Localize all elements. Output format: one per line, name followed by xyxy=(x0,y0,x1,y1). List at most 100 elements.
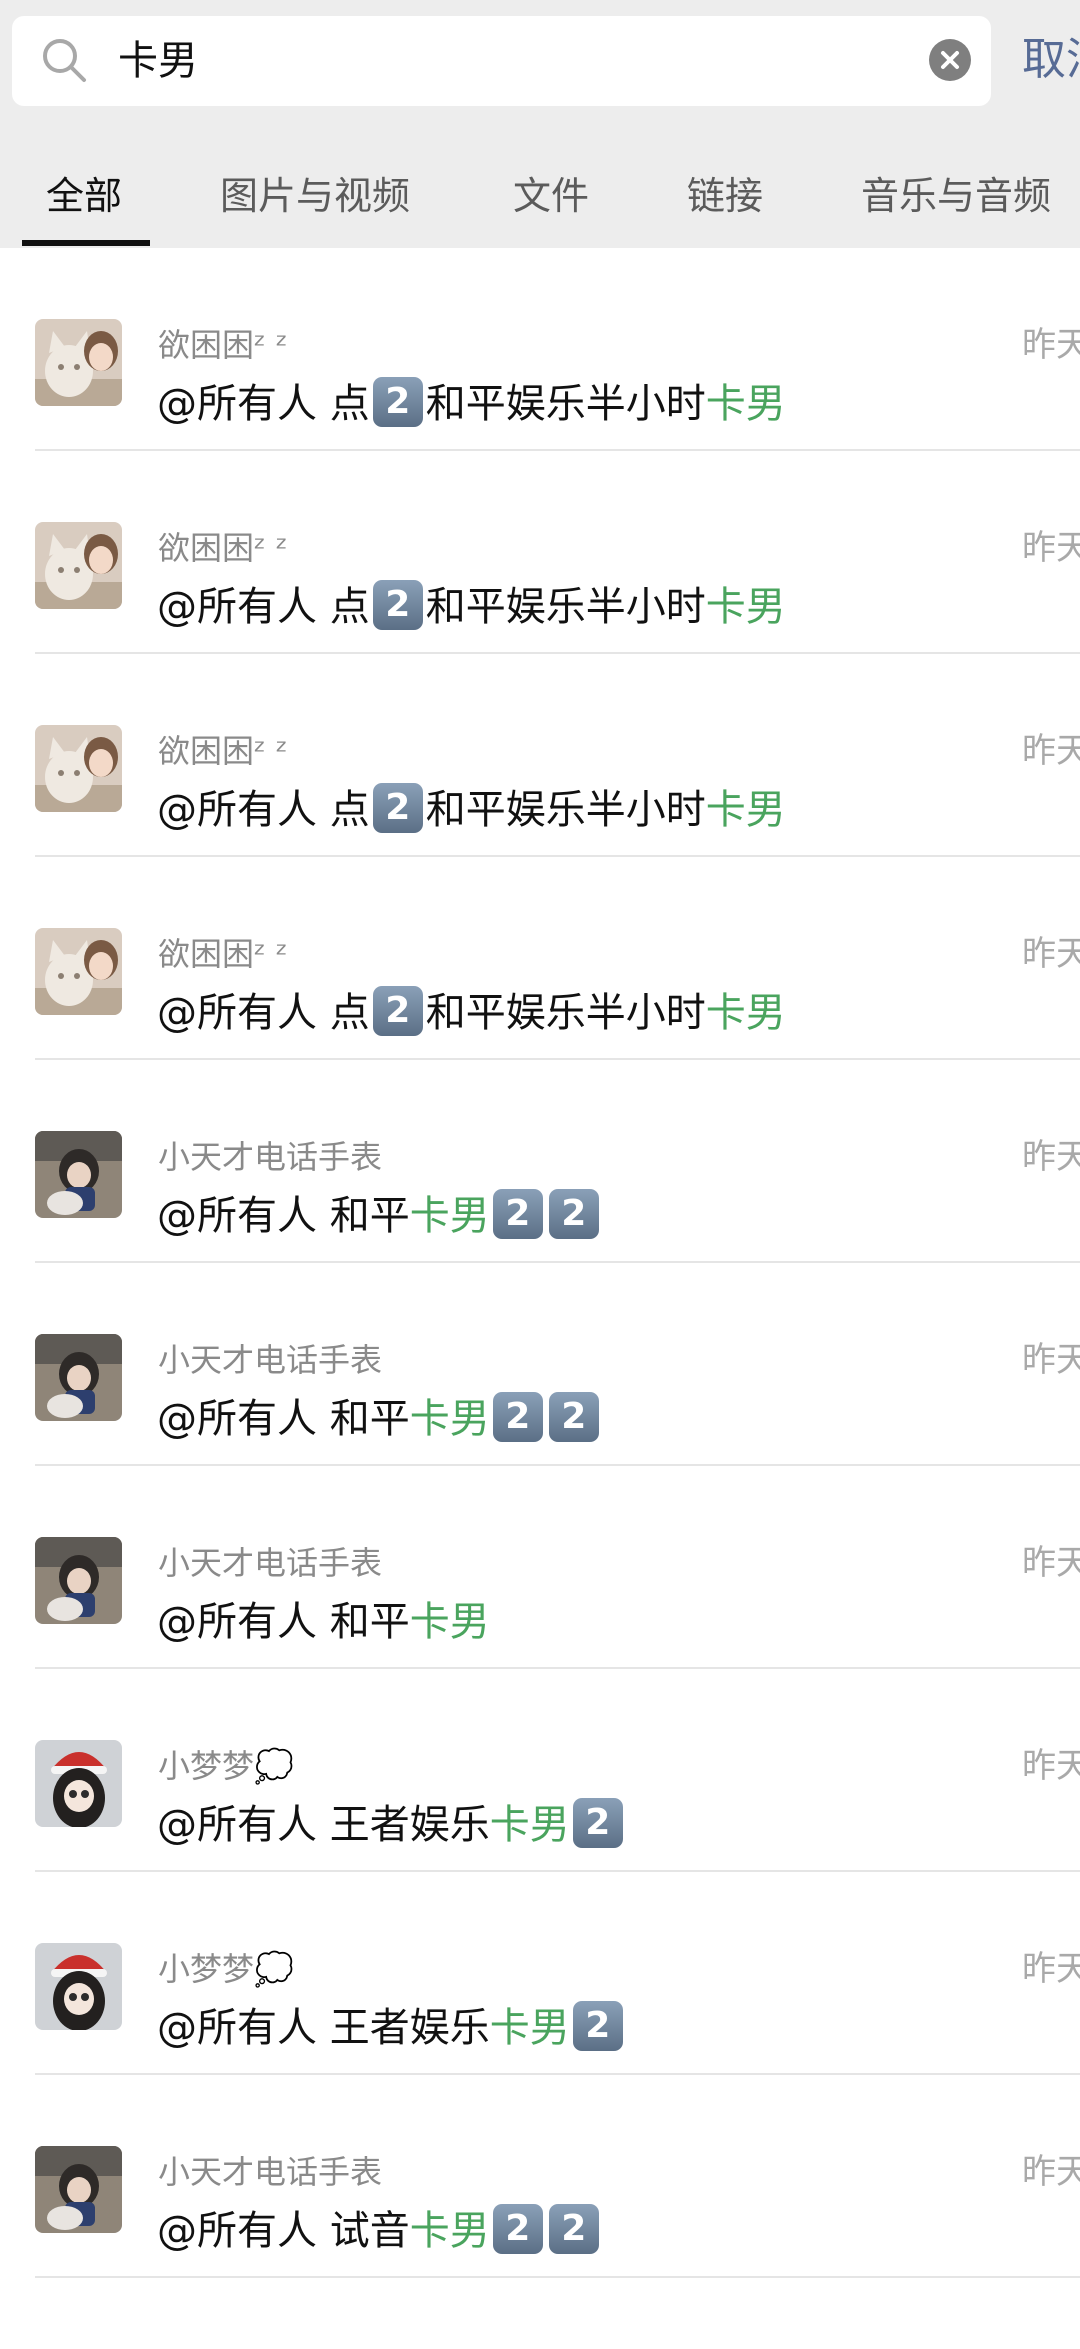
search-result-row[interactable]: 欲困困ᶻ ᶻ @所有人 点 2 和平娱乐半小时卡男 昨天 xyxy=(0,248,1080,451)
row-divider xyxy=(35,2276,1080,2278)
search-result-row[interactable]: 欲困困ᶻ ᶻ @所有人 点 2 和平娱乐半小时卡男 昨天 xyxy=(0,451,1080,654)
doll-santa-hat-avatar xyxy=(35,1943,122,2030)
message-time: 昨天 xyxy=(1022,1949,1080,1989)
keycap-digit-emoji: 2 xyxy=(372,986,423,1036)
sender-name: 小梦梦💭 xyxy=(158,1950,294,1988)
keyword-highlight: 卡男 xyxy=(409,1193,490,1239)
message-preview: @所有人 和平卡男 2 2 xyxy=(157,1186,602,1246)
message-text: @所有人 点 xyxy=(157,381,370,427)
message-text: 和平娱乐半小时 xyxy=(425,787,706,833)
message-text: @所有人 点 xyxy=(157,990,370,1036)
keycap-digit-emoji: 2 xyxy=(372,580,423,630)
keycap-digit-emoji: 2 xyxy=(372,377,423,427)
tab-files[interactable]: 文件 xyxy=(513,166,589,226)
doll-santa-hat-avatar xyxy=(35,1740,122,1827)
sender-name: 小天才电话手表 xyxy=(158,1138,383,1176)
message-text: @所有人 王者娱乐 xyxy=(157,2005,490,2051)
sender-name: 欲困困ᶻ ᶻ xyxy=(158,935,288,973)
message-time: 昨天 xyxy=(1022,325,1080,365)
keycap-digit-emoji: 2 xyxy=(548,2204,599,2254)
search-icon xyxy=(40,36,90,86)
message-time: 昨天 xyxy=(1022,934,1080,974)
keyword-highlight: 卡男 xyxy=(409,2208,490,2254)
cat-girl-avatar xyxy=(35,725,122,812)
keyword-highlight: 卡男 xyxy=(705,381,786,427)
message-text: 和平娱乐半小时 xyxy=(425,990,706,1036)
cat-girl-avatar xyxy=(35,319,122,406)
message-time: 昨天 xyxy=(1022,731,1080,771)
keyword-highlight: 卡男 xyxy=(705,990,786,1036)
message-preview: @所有人 试音卡男 2 2 xyxy=(157,2201,602,2261)
keyword-highlight: 卡男 xyxy=(489,1802,570,1848)
tab-images-videos[interactable]: 图片与视频 xyxy=(220,166,410,226)
clear-search-icon[interactable] xyxy=(929,39,971,81)
cat-girl-avatar xyxy=(35,522,122,609)
girl-sitting-avatar xyxy=(35,2146,122,2233)
keycap-digit-emoji: 2 xyxy=(492,1189,543,1239)
message-preview: @所有人 点 2 和平娱乐半小时卡男 xyxy=(157,374,786,434)
message-text: @所有人 点 xyxy=(157,584,370,630)
search-header: 卡男 取消 全部 图片与视频 文件 链接 音乐与音频 xyxy=(0,0,1080,248)
cancel-button[interactable]: 取消 xyxy=(1022,30,1080,90)
message-text: @所有人 和平 xyxy=(157,1193,410,1239)
tab-music-audio[interactable]: 音乐与音频 xyxy=(861,166,1051,226)
cat-girl-avatar xyxy=(35,928,122,1015)
message-time: 昨天 xyxy=(1022,1543,1080,1583)
search-result-row[interactable]: 欲困困ᶻ ᶻ @所有人 点 2 和平娱乐半小时卡男 昨天 xyxy=(0,654,1080,857)
girl-sitting-avatar xyxy=(35,1537,122,1624)
message-text: 和平娱乐半小时 xyxy=(425,584,706,630)
search-input[interactable]: 卡男 xyxy=(118,34,198,88)
message-preview: @所有人 和平卡男 2 2 xyxy=(157,1389,602,1449)
search-results: 欲困困ᶻ ᶻ @所有人 点 2 和平娱乐半小时卡男 昨天 欲困困ᶻ ᶻ @所有人 点 2 和平… xyxy=(0,248,1080,2278)
sender-name: 小天才电话手表 xyxy=(158,1544,383,1582)
keycap-digit-emoji: 2 xyxy=(572,2001,623,2051)
message-time: 昨天 xyxy=(1022,2152,1080,2192)
girl-sitting-avatar xyxy=(35,1334,122,1421)
sender-name: 小天才电话手表 xyxy=(158,1341,383,1379)
tab-all[interactable]: 全部 xyxy=(46,166,122,226)
message-text: @所有人 和平 xyxy=(157,1396,410,1442)
search-result-row[interactable]: 小天才电话手表 @所有人 和平卡男 2 2 昨天 xyxy=(0,1060,1080,1263)
sender-name: 欲困困ᶻ ᶻ xyxy=(158,326,288,364)
filter-tabs: 全部 图片与视频 文件 链接 音乐与音频 xyxy=(0,160,1080,248)
search-result-row[interactable]: 小天才电话手表 @所有人 和平卡男 昨天 xyxy=(0,1466,1080,1669)
search-bar[interactable]: 卡男 xyxy=(12,16,991,106)
keyword-highlight: 卡男 xyxy=(705,787,786,833)
keycap-digit-emoji: 2 xyxy=(548,1189,599,1239)
active-tab-indicator xyxy=(22,240,150,246)
sender-name: 小天才电话手表 xyxy=(158,2153,383,2191)
sender-name: 欲困困ᶻ ᶻ xyxy=(158,732,288,770)
message-preview: @所有人 王者娱乐卡男 2 xyxy=(157,1998,626,2058)
search-result-row[interactable]: 欲困困ᶻ ᶻ @所有人 点 2 和平娱乐半小时卡男 昨天 xyxy=(0,857,1080,1060)
message-preview: @所有人 王者娱乐卡男 2 xyxy=(157,1795,626,1855)
message-preview: @所有人 点 2 和平娱乐半小时卡男 xyxy=(157,780,786,840)
message-time: 昨天 xyxy=(1022,1137,1080,1177)
search-result-row[interactable]: 小梦梦💭 @所有人 王者娱乐卡男 2 昨天 xyxy=(0,1872,1080,2075)
message-time: 昨天 xyxy=(1022,528,1080,568)
keyword-highlight: 卡男 xyxy=(409,1396,490,1442)
message-preview: @所有人 点 2 和平娱乐半小时卡男 xyxy=(157,577,786,637)
message-time: 昨天 xyxy=(1022,1340,1080,1380)
keyword-highlight: 卡男 xyxy=(705,584,786,630)
sender-name: 欲困困ᶻ ᶻ xyxy=(158,529,288,567)
message-text: @所有人 试音 xyxy=(157,2208,410,2254)
search-result-row[interactable]: 小天才电话手表 @所有人 和平卡男 2 2 昨天 xyxy=(0,1263,1080,1466)
tab-links[interactable]: 链接 xyxy=(687,166,763,226)
keycap-digit-emoji: 2 xyxy=(492,1392,543,1442)
keyword-highlight: 卡男 xyxy=(489,2005,570,2051)
message-text: 和平娱乐半小时 xyxy=(425,381,706,427)
message-time: 昨天 xyxy=(1022,1746,1080,1786)
message-preview: @所有人 和平卡男 xyxy=(157,1592,490,1652)
keycap-digit-emoji: 2 xyxy=(548,1392,599,1442)
keyword-highlight: 卡男 xyxy=(409,1599,490,1645)
search-result-row[interactable]: 小天才电话手表 @所有人 试音卡男 2 2 昨天 xyxy=(0,2075,1080,2278)
keycap-digit-emoji: 2 xyxy=(572,1798,623,1848)
message-preview: @所有人 点 2 和平娱乐半小时卡男 xyxy=(157,983,786,1043)
sender-name: 小梦梦💭 xyxy=(158,1747,294,1785)
keycap-digit-emoji: 2 xyxy=(492,2204,543,2254)
girl-sitting-avatar xyxy=(35,1131,122,1218)
message-text: @所有人 点 xyxy=(157,787,370,833)
keycap-digit-emoji: 2 xyxy=(372,783,423,833)
message-text: @所有人 和平 xyxy=(157,1599,410,1645)
search-result-row[interactable]: 小梦梦💭 @所有人 王者娱乐卡男 2 昨天 xyxy=(0,1669,1080,1872)
